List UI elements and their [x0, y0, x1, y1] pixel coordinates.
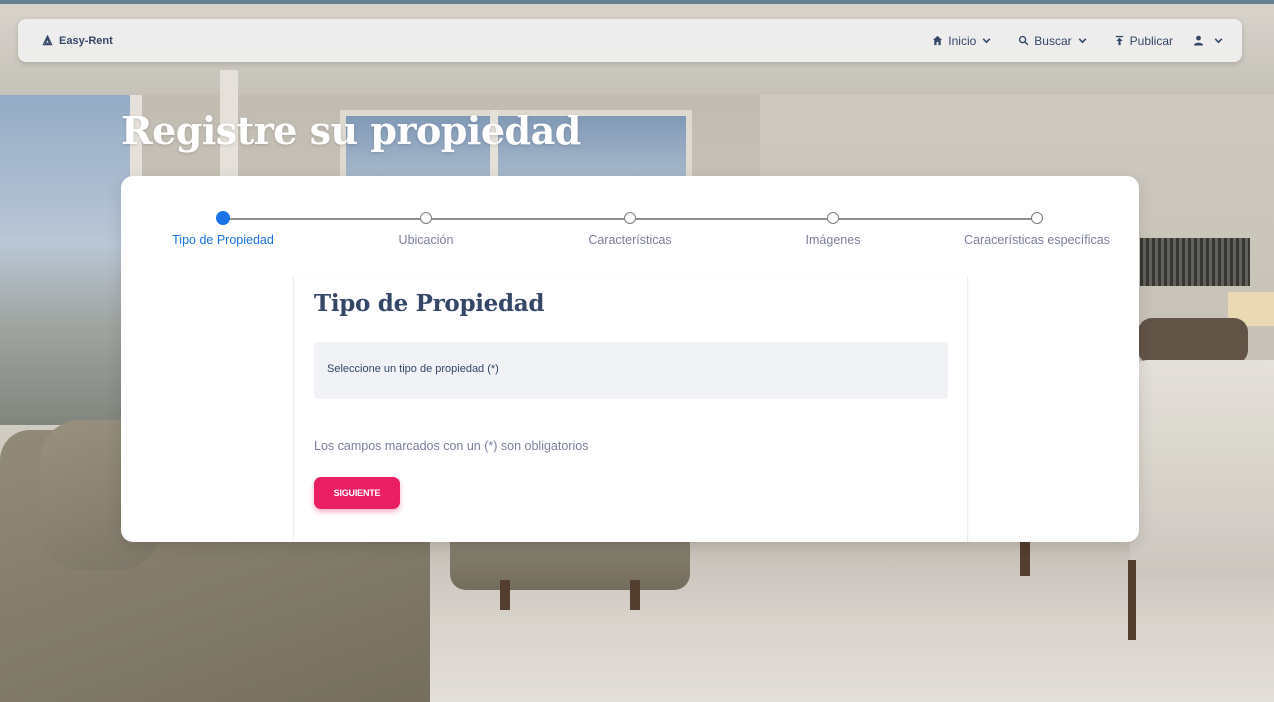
step-label: Características — [588, 233, 672, 247]
required-fields-note: Los campos marcados con un (*) son oblig… — [314, 439, 589, 453]
step-caracteristicas-especificas[interactable]: Caracerísticas específicas — [937, 212, 1137, 247]
chevron-down-icon — [1214, 38, 1223, 44]
nav-inicio-label: Inicio — [948, 33, 977, 48]
nav-publicar-label: Publicar — [1129, 33, 1173, 48]
step-dot — [624, 212, 636, 224]
upload-icon — [1115, 35, 1123, 46]
chevron-down-icon — [1078, 38, 1087, 44]
search-icon — [1019, 35, 1029, 46]
step-imagenes[interactable]: Imágenes — [733, 212, 933, 247]
property-type-select[interactable]: Seleccione un tipo de propiedad (*) — [314, 342, 948, 399]
building-icon — [42, 35, 53, 46]
step-dot — [1031, 212, 1043, 224]
brand-name: Easy-Rent — [59, 34, 113, 47]
navbar: Easy-Rent Inicio Buscar Publicar — [18, 19, 1242, 62]
step-dot-active — [216, 211, 230, 225]
nav-user-menu[interactable] — [1193, 35, 1224, 46]
step-tipo-de-propiedad[interactable]: Tipo de Propiedad — [123, 211, 323, 247]
home-icon — [933, 35, 943, 46]
step-caracteristicas[interactable]: Características — [530, 212, 730, 247]
form-panel: Tipo de Propiedad Seleccione un tipo de … — [293, 276, 968, 542]
registration-card: Tipo de Propiedad Ubicación Característi… — [121, 176, 1139, 542]
chevron-down-icon — [982, 38, 991, 44]
form-title: Tipo de Propiedad — [314, 290, 545, 317]
next-button[interactable]: SIGUIENTE — [314, 477, 400, 509]
step-label: Ubicación — [398, 233, 454, 247]
step-dot — [827, 212, 839, 224]
user-icon — [1193, 35, 1204, 46]
step-ubicacion[interactable]: Ubicación — [326, 212, 526, 247]
step-dot — [420, 212, 432, 224]
select-placeholder: Seleccione un tipo de propiedad (*) — [327, 363, 499, 375]
nav-buscar-label: Buscar — [1034, 33, 1072, 48]
nav-publicar[interactable]: Publicar — [1114, 34, 1173, 48]
brand-link[interactable]: Easy-Rent — [42, 19, 113, 62]
nav-inicio[interactable]: Inicio — [932, 34, 992, 48]
page-title: Registre su propiedad — [121, 108, 581, 153]
nav-buscar[interactable]: Buscar — [1018, 34, 1087, 48]
step-label: Caracerísticas específicas — [964, 233, 1110, 247]
step-label: Imágenes — [805, 233, 861, 247]
step-label: Tipo de Propiedad — [172, 233, 274, 247]
